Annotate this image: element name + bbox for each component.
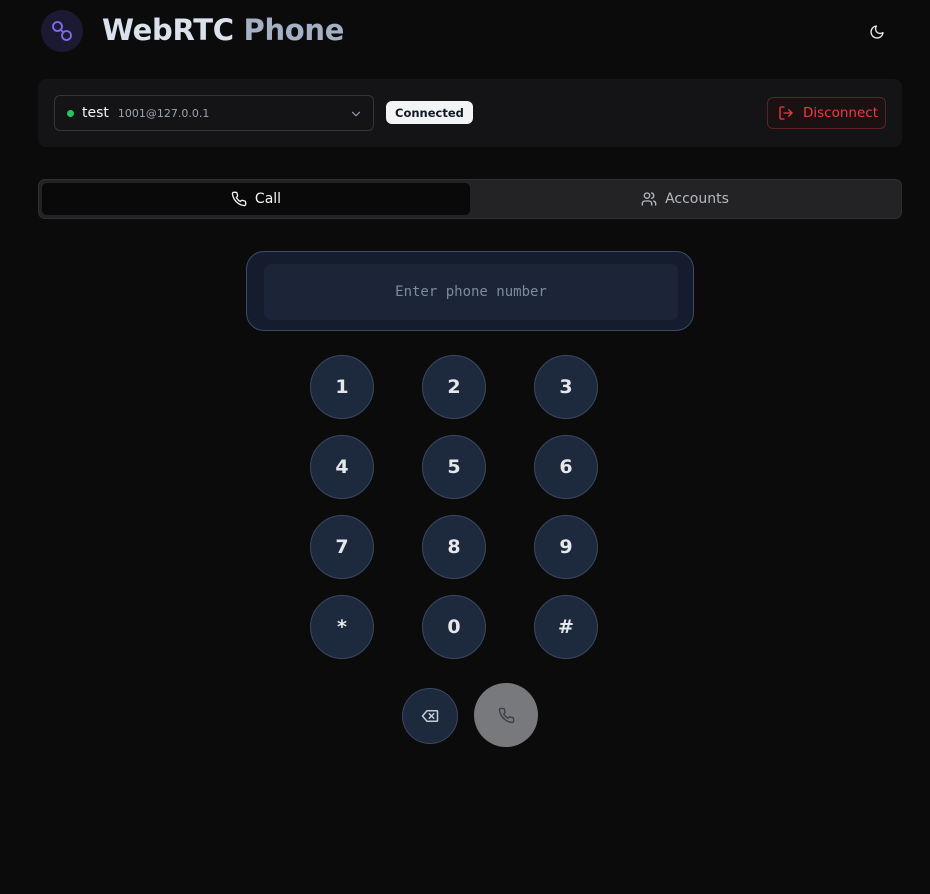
account-select[interactable]: test 1001@127.0.0.1 — [54, 95, 374, 131]
dial-key-4[interactable]: 4 — [310, 435, 374, 499]
phone-icon — [231, 191, 247, 207]
disconnect-button[interactable]: Disconnect — [767, 97, 886, 129]
app-title: WebRTC Phone — [102, 13, 344, 47]
app-logo — [41, 10, 83, 52]
app-header: WebRTC Phone — [40, 8, 890, 54]
moon-icon — [870, 25, 884, 39]
backspace-icon — [421, 710, 439, 722]
backspace-button[interactable] — [402, 688, 458, 744]
dial-key-6[interactable]: 6 — [534, 435, 598, 499]
dial-key-2[interactable]: 2 — [422, 355, 486, 419]
tab-bar: Call Accounts — [38, 179, 902, 219]
call-button[interactable] — [474, 683, 538, 747]
dial-key-hash[interactable]: # — [534, 595, 598, 659]
tab-call[interactable]: Call — [42, 183, 470, 215]
account-bar: test 1001@127.0.0.1 Connected Disconnect — [38, 79, 902, 147]
dial-key-8[interactable]: 8 — [422, 515, 486, 579]
phone-icon — [498, 707, 514, 723]
app-title-part1: WebRTC — [102, 13, 234, 47]
logout-icon — [779, 106, 793, 120]
tab-accounts-label: Accounts — [665, 191, 729, 207]
dial-key-9[interactable]: 9 — [534, 515, 598, 579]
status-badge: Connected — [386, 101, 473, 124]
dial-key-7[interactable]: 7 — [310, 515, 374, 579]
account-name: test — [82, 105, 109, 121]
phone-number-input[interactable] — [264, 264, 678, 320]
link-rings-icon — [52, 21, 72, 41]
dial-key-3[interactable]: 3 — [534, 355, 598, 419]
dial-key-1[interactable]: 1 — [310, 355, 374, 419]
app-title-part2: Phone — [243, 13, 345, 47]
tab-accounts[interactable]: Accounts — [471, 183, 899, 215]
theme-toggle-button[interactable] — [864, 19, 890, 45]
dial-key-0[interactable]: 0 — [422, 595, 486, 659]
chevron-down-icon — [351, 111, 361, 117]
dial-key-star[interactable]: * — [310, 595, 374, 659]
status-dot — [67, 109, 74, 117]
phone-number-panel — [246, 251, 694, 331]
dial-key-5[interactable]: 5 — [422, 435, 486, 499]
disconnect-label: Disconnect — [803, 105, 878, 121]
account-uri: 1001@127.0.0.1 — [117, 106, 210, 120]
tab-call-label: Call — [254, 191, 282, 207]
users-icon — [641, 192, 657, 206]
